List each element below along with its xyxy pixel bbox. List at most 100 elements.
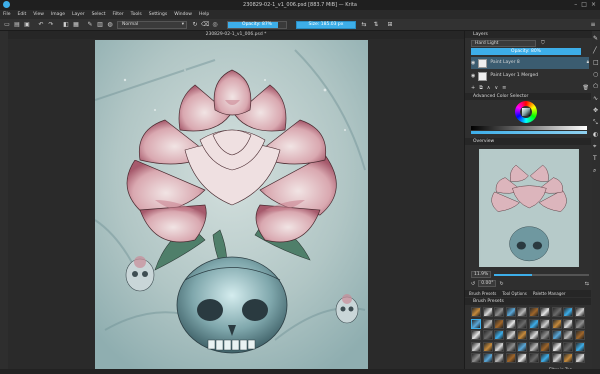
rectangle-tool-icon[interactable]: □	[593, 59, 599, 66]
brush-preset-item[interactable]	[505, 318, 516, 329]
maximize-icon[interactable]: □	[581, 1, 587, 8]
brush-preset-item[interactable]	[517, 353, 527, 363]
brush-preset-item[interactable]	[540, 353, 550, 363]
layer-lock-icon[interactable]: 🔒︎	[587, 57, 589, 69]
brush-preset-icon[interactable]: ✎	[86, 21, 94, 29]
brush-preset-item[interactable]	[563, 353, 573, 363]
brush-preset-item[interactable]	[540, 341, 550, 352]
menu-tools[interactable]: Tools	[131, 12, 142, 17]
brush-preset-item[interactable]	[574, 307, 585, 317]
delete-layer-icon[interactable]: 🗑︎	[583, 85, 589, 91]
brush-preset-item[interactable]	[563, 341, 573, 352]
brush-preset-item[interactable]	[574, 318, 585, 329]
canvas-artwork[interactable]	[95, 40, 368, 370]
blend-mode-select[interactable]: Normal ▾	[117, 21, 187, 29]
rotate-right-icon[interactable]: ↻	[499, 281, 503, 287]
brush-preset-item[interactable]	[471, 353, 481, 363]
open-document-icon[interactable]: ▤	[13, 21, 21, 29]
filter-icon[interactable]: ⛉	[541, 40, 545, 46]
brush-preset-item[interactable]	[517, 318, 527, 329]
brush-preset-item[interactable]	[482, 353, 493, 363]
layer-properties-icon[interactable]: ≡	[502, 85, 506, 91]
brush-preset-item[interactable]	[574, 341, 585, 352]
brush-preset-item[interactable]	[482, 341, 493, 352]
tab-tool-options[interactable]: Tool Options	[502, 290, 526, 297]
brush-preset-item[interactable]	[563, 307, 573, 317]
menu-settings[interactable]: Settings	[149, 12, 167, 17]
color-wheel[interactable]	[515, 101, 537, 123]
layer-row[interactable]: ◉ Paint Layer 1 Merged	[471, 70, 589, 82]
rotation-value[interactable]: 0.00°	[478, 280, 497, 287]
eyedropper-tool-icon[interactable]: ⌖	[593, 143, 596, 151]
close-icon[interactable]: ×	[591, 1, 596, 8]
brush-preset-item[interactable]	[471, 318, 481, 329]
brush-preset-item[interactable]	[563, 330, 573, 340]
brush-tool-icon[interactable]: ✎	[593, 35, 598, 42]
freehand-tool-icon[interactable]: ∿	[593, 95, 598, 102]
brush-preset-item[interactable]	[494, 353, 504, 363]
brush-preset-item[interactable]	[528, 307, 539, 317]
duplicate-layer-icon[interactable]: ⧉	[479, 85, 483, 91]
brush-preset-item[interactable]	[551, 341, 562, 352]
brush-preset-item[interactable]	[540, 307, 550, 317]
pattern-icon[interactable]: ▦	[72, 21, 80, 29]
brush-preset-item[interactable]	[517, 330, 527, 340]
brush-preset-item[interactable]	[471, 307, 481, 317]
brush-preset-item[interactable]	[494, 330, 504, 340]
layer-opacity-slider[interactable]: Opacity: 80%	[471, 48, 581, 55]
move-tool-icon[interactable]: ✥	[593, 107, 598, 114]
brush-preset-item[interactable]	[505, 330, 516, 340]
undo-icon[interactable]: ↶	[37, 21, 45, 29]
hue-strip[interactable]	[471, 131, 587, 134]
save-icon[interactable]: ▣	[23, 21, 31, 29]
brush-preset-item[interactable]	[494, 307, 504, 317]
zoom-value[interactable]: 11.9%	[471, 271, 492, 278]
fill-tool-icon[interactable]: ◐	[593, 131, 598, 138]
rotate-left-icon[interactable]: ↺	[471, 281, 475, 287]
brush-preset-item[interactable]	[551, 307, 562, 317]
overview-thumbnail[interactable]	[479, 149, 579, 267]
brush-preset-item[interactable]	[574, 353, 585, 363]
mirror-view-icon[interactable]: ⇆	[585, 281, 589, 287]
brush-preset-item[interactable]	[528, 318, 539, 329]
brush-preset-item[interactable]	[551, 330, 562, 340]
menu-filter[interactable]: Filter	[112, 12, 123, 17]
menu-window[interactable]: Window	[174, 12, 192, 17]
menu-layer[interactable]: Layer	[72, 12, 85, 17]
preserve-alpha-icon[interactable]: ◎	[211, 21, 219, 29]
add-layer-icon[interactable]: +	[471, 85, 475, 91]
brush-preset-item[interactable]	[494, 341, 504, 352]
brush-preset-item[interactable]	[540, 318, 550, 329]
brush-preset-item[interactable]	[505, 307, 516, 317]
redo-icon[interactable]: ↷	[47, 21, 55, 29]
brush-preset-item[interactable]	[517, 307, 527, 317]
brush-preset-item[interactable]	[528, 341, 539, 352]
transform-tool-icon[interactable]: ⤡	[593, 119, 598, 127]
brush-preset-item[interactable]	[528, 330, 539, 340]
wrap-around-icon[interactable]: ⊞	[386, 21, 394, 29]
visibility-eye-icon[interactable]: ◉	[471, 70, 475, 82]
menu-file[interactable]: File	[3, 12, 11, 17]
opacity-slider[interactable]: Opacity: 87%	[227, 21, 287, 29]
brush-preset-item[interactable]	[551, 353, 562, 363]
brush-preset-item[interactable]	[551, 318, 562, 329]
menu-help[interactable]: Help	[199, 12, 209, 17]
text-tool-icon[interactable]: T	[593, 155, 597, 162]
layer-blend-mode-select[interactable]: Hard Light	[471, 40, 536, 47]
size-slider[interactable]: Size: 185.03 px	[296, 21, 356, 29]
toolbar-menu-icon[interactable]: ≡	[589, 21, 597, 29]
tab-palette-manager[interactable]: Palette Manager	[533, 290, 566, 297]
ellipse-tool-icon[interactable]: ○	[593, 71, 598, 78]
brush-preset-item[interactable]	[471, 330, 481, 340]
layer-row-selected[interactable]: ◉ Paint Layer 8 🔒︎	[471, 57, 589, 69]
value-strip[interactable]	[471, 126, 587, 130]
mirror-horizontal-icon[interactable]: ⇆	[360, 21, 368, 29]
erase-mode-icon[interactable]: ⌫	[201, 21, 209, 29]
gradient-icon[interactable]: ◧	[62, 21, 70, 29]
minimize-icon[interactable]: –	[574, 1, 577, 8]
brush-preset-item[interactable]	[574, 330, 585, 340]
brush-preset-item[interactable]	[563, 318, 573, 329]
brush-preset-item[interactable]	[482, 330, 493, 340]
menu-image[interactable]: Image	[51, 12, 65, 17]
move-down-icon[interactable]: ∨	[494, 85, 498, 91]
